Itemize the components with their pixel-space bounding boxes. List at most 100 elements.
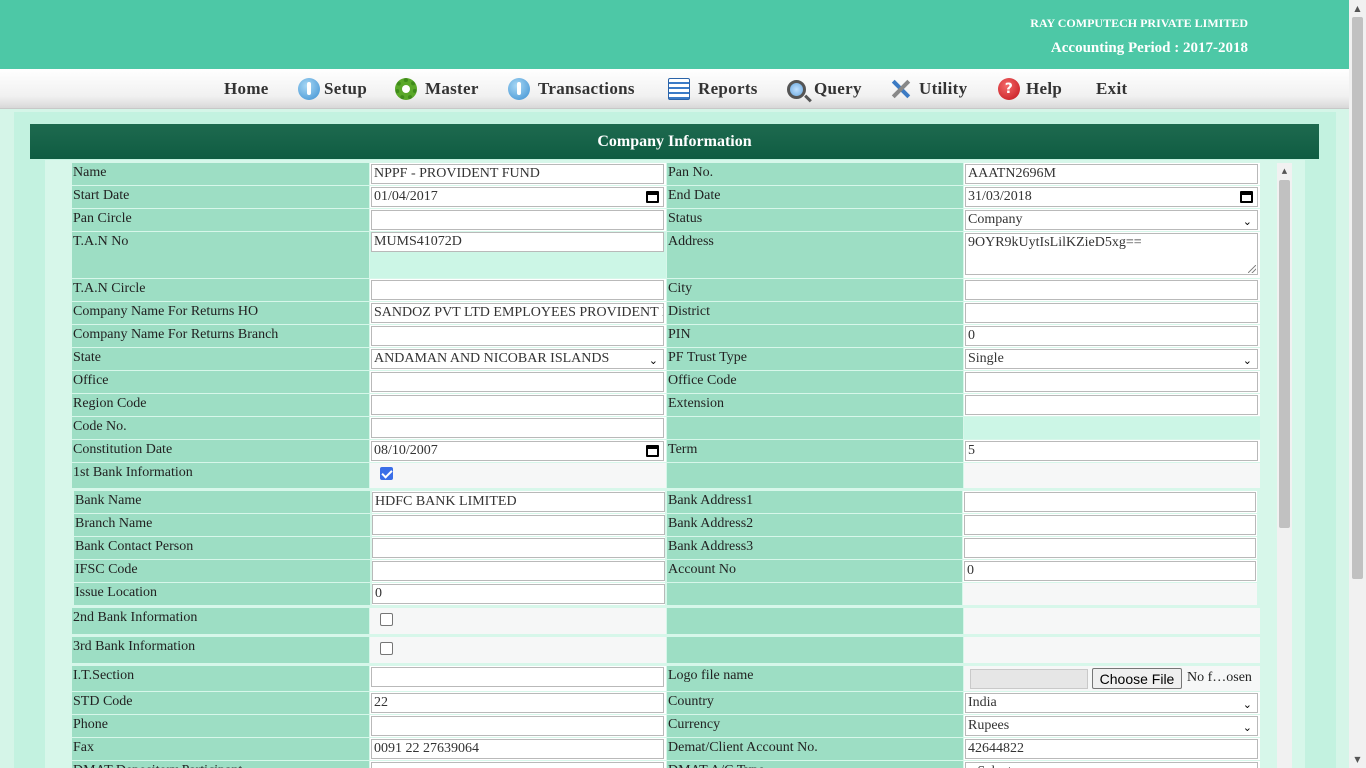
menu-master[interactable]: Master bbox=[395, 69, 479, 109]
label-bank-name: Bank Name bbox=[74, 491, 370, 513]
bank-address1-input[interactable] bbox=[964, 492, 1256, 512]
label-code-no: Code No. bbox=[72, 417, 369, 439]
label-issue-location: Issue Location bbox=[74, 583, 370, 605]
bank-address3-input[interactable] bbox=[964, 538, 1256, 558]
pin-value: 0 bbox=[968, 328, 975, 343]
end-date-date[interactable]: 31/03/2018 bbox=[965, 187, 1258, 207]
start-date-date[interactable]: 01/04/2017 bbox=[371, 187, 664, 207]
app-header: RAY COMPUTECH PRIVATE LIMITED Accounting… bbox=[0, 0, 1349, 69]
constitution-date-date[interactable]: 08/10/2007 bbox=[371, 441, 664, 461]
label-name-ho: Company Name For Returns HO bbox=[72, 302, 369, 324]
dmat-ac-type-select[interactable]: --Select--⌄ bbox=[965, 762, 1258, 768]
reports-icon bbox=[668, 78, 690, 100]
city-input[interactable] bbox=[965, 280, 1258, 300]
fax-input[interactable]: 0091 22 27639064 bbox=[371, 739, 664, 759]
phone-input[interactable] bbox=[371, 716, 664, 736]
empty-value-cell bbox=[964, 463, 1260, 488]
account-no-input[interactable]: 0 bbox=[964, 561, 1256, 581]
bank-contact-input[interactable] bbox=[372, 538, 665, 558]
form-scrollbar-thumb[interactable] bbox=[1279, 180, 1290, 528]
menu-query[interactable]: Query bbox=[787, 69, 862, 109]
status-select[interactable]: Company ⌄ bbox=[965, 210, 1258, 230]
empty-label-cell bbox=[667, 637, 963, 663]
menu-home[interactable]: Home bbox=[224, 69, 269, 109]
currency-value: Rupees bbox=[968, 718, 1010, 733]
bank3-info-checkbox[interactable] bbox=[380, 642, 393, 655]
page-scrollbar-thumb[interactable] bbox=[1352, 17, 1363, 579]
label-status: Status bbox=[667, 209, 963, 231]
code-no-input[interactable] bbox=[371, 418, 664, 438]
form-scrollbar[interactable]: ▲ bbox=[1277, 163, 1292, 768]
issue-location-input[interactable]: 0 bbox=[372, 584, 665, 604]
it-section-input[interactable] bbox=[371, 667, 664, 687]
address-value: 9OYR9kUytIsLilKZieD5xg== bbox=[968, 235, 1142, 250]
bank-name-input[interactable]: HDFC BANK LIMITED bbox=[372, 492, 665, 512]
menu-setup[interactable]: Setup bbox=[298, 69, 367, 109]
scroll-up-icon[interactable]: ▲ bbox=[1349, 0, 1366, 17]
label-pf-trust-type: PF Trust Type bbox=[667, 348, 963, 370]
calendar-icon[interactable] bbox=[646, 445, 659, 457]
menu-utility-label: Utility bbox=[919, 79, 968, 98]
form-scroll-up-icon[interactable]: ▲ bbox=[1277, 163, 1292, 178]
tan-no-input[interactable]: MUMS41072D bbox=[371, 232, 664, 252]
tan-circle-input[interactable] bbox=[371, 280, 664, 300]
gear-icon bbox=[395, 78, 417, 100]
menu-exit[interactable]: Exit bbox=[1096, 69, 1127, 109]
district-input[interactable] bbox=[965, 303, 1258, 323]
label-demat-account: Demat/Client Account No. bbox=[667, 738, 963, 760]
label-std-code: STD Code bbox=[72, 692, 369, 714]
country-value: India bbox=[968, 695, 997, 710]
state-select[interactable]: ANDAMAN AND NICOBAR ISLANDS ⌄ bbox=[371, 349, 664, 369]
pan-circle-input[interactable] bbox=[371, 210, 664, 230]
scroll-down-icon[interactable]: ▼ bbox=[1349, 751, 1366, 768]
pf-trust-type-select[interactable]: Single ⌄ bbox=[965, 349, 1258, 369]
std-code-value: 22 bbox=[374, 695, 388, 710]
menu-exit-label: Exit bbox=[1096, 79, 1128, 98]
label-pin: PIN bbox=[667, 325, 963, 347]
resize-grip-icon[interactable] bbox=[1248, 265, 1256, 273]
menu-reports[interactable]: Reports bbox=[668, 69, 758, 109]
label-dmat-ac-type: DMAT A/C Type bbox=[667, 761, 963, 768]
office-input[interactable] bbox=[371, 372, 664, 392]
name-value: NPPF - PROVIDENT FUND bbox=[374, 166, 540, 181]
label-bank-address1: Bank Address1 bbox=[667, 491, 962, 513]
menu-setup-label: Setup bbox=[324, 79, 368, 98]
pin-input[interactable]: 0 bbox=[965, 326, 1258, 346]
office-code-input[interactable] bbox=[965, 372, 1258, 392]
label-end-date: End Date bbox=[667, 186, 963, 208]
label-country: Country bbox=[667, 692, 963, 714]
help-icon: ? bbox=[998, 78, 1020, 100]
setup-icon bbox=[298, 78, 320, 100]
name-input[interactable]: NPPF - PROVIDENT FUND bbox=[371, 164, 664, 184]
term-input[interactable]: 5 bbox=[965, 441, 1258, 461]
calendar-icon[interactable] bbox=[646, 191, 659, 203]
bank-address2-input[interactable] bbox=[964, 515, 1256, 535]
choose-file-button[interactable]: Choose File bbox=[1092, 668, 1182, 689]
extension-input[interactable] bbox=[965, 395, 1258, 415]
name-ho-value: SANDOZ PVT LTD EMPLOYEES PROVIDENT FUND bbox=[374, 305, 663, 320]
country-select[interactable]: India ⌄ bbox=[965, 693, 1258, 713]
bank1-info-checkbox[interactable] bbox=[380, 467, 393, 480]
label-start-date: Start Date bbox=[72, 186, 369, 208]
std-code-input[interactable]: 22 bbox=[371, 693, 664, 713]
menu-utility[interactable]: Utility bbox=[889, 69, 967, 109]
panel-title: Company Information bbox=[30, 124, 1319, 159]
end-date-value: 31/03/2018 bbox=[968, 189, 1032, 204]
ifsc-input[interactable] bbox=[372, 561, 665, 581]
page-scrollbar[interactable]: ▲ ▼ bbox=[1349, 0, 1366, 768]
address-textarea[interactable]: 9OYR9kUytIsLilKZieD5xg== bbox=[965, 233, 1258, 275]
chevron-down-icon: ⌄ bbox=[1242, 721, 1252, 734]
currency-select[interactable]: Rupees ⌄ bbox=[965, 716, 1258, 736]
name-branch-input[interactable] bbox=[371, 326, 664, 346]
branch-name-input[interactable] bbox=[372, 515, 665, 535]
demat-account-input[interactable]: 42644822 bbox=[965, 739, 1258, 759]
calendar-icon[interactable] bbox=[1240, 191, 1253, 203]
pan-no-input[interactable]: AAATN2696M bbox=[965, 164, 1258, 184]
bank2-info-checkbox[interactable] bbox=[380, 613, 393, 626]
menu-transactions[interactable]: Transactions bbox=[508, 69, 635, 109]
menu-help[interactable]: ? Help bbox=[998, 69, 1062, 109]
dmat-dp-input[interactable] bbox=[371, 762, 664, 768]
logo-file-status: No f…osen bbox=[1187, 670, 1252, 685]
region-code-input[interactable] bbox=[371, 395, 664, 415]
name-ho-input[interactable]: SANDOZ PVT LTD EMPLOYEES PROVIDENT FUND bbox=[371, 303, 664, 323]
